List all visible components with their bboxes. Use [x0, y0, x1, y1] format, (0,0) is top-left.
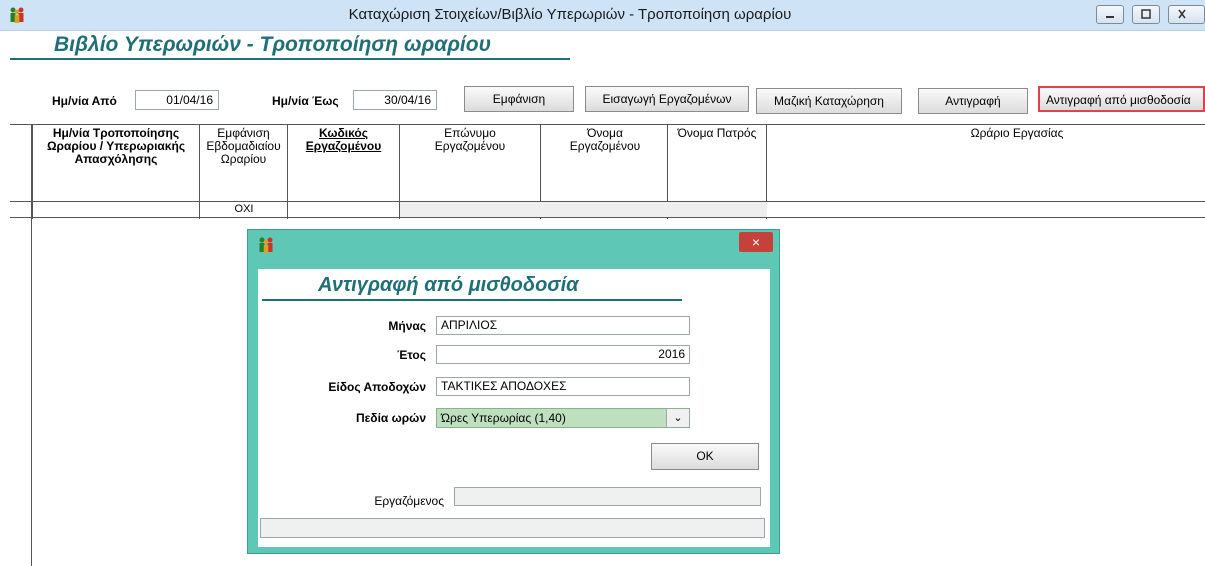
close-icon	[1178, 9, 1186, 19]
dialog-body: Αντιγραφή από μισθοδοσία Μήνας ΑΠΡΙΛΙΟΣ …	[258, 269, 770, 547]
dialog-heading: Αντιγραφή από μισθοδοσία	[262, 269, 682, 301]
title-bar: Καταχώριση Στοιχείων/Βιβλίο Υπερωριών - …	[0, 0, 1205, 31]
date-to-label: Ημ/νία Έως	[272, 94, 339, 108]
header-weekly-display[interactable]: Εμφάνιση Εβδομαδιαίου Ωραρίου	[200, 127, 287, 166]
dialog-title: Αντιγραφή από μισθοδοσία	[318, 274, 579, 296]
import-employees-button[interactable]: Εισαγωγή Εργαζομένων	[585, 86, 749, 112]
bulk-entry-button[interactable]: Μαζική Καταχώρηση	[756, 88, 902, 114]
earnings-type-input[interactable]: ΤΑΚΤΙΚΕΣ ΑΠΟΔΟΧΕΣ	[436, 377, 690, 396]
ok-button[interactable]: OK	[651, 443, 759, 470]
copy-button[interactable]: Αντιγραφή	[918, 88, 1028, 114]
progress-bar	[260, 518, 765, 538]
show-button[interactable]: Εμφάνιση	[464, 86, 574, 112]
year-label: Έτος	[397, 348, 426, 362]
month-input[interactable]: ΑΠΡΙΛΙΟΣ	[436, 316, 690, 335]
close-window-button[interactable]	[1168, 5, 1205, 24]
hours-fields-select[interactable]: Ώρες Υπερωρίας (1,40) ⌄	[436, 408, 690, 428]
page-heading: Βιβλίο Υπερωριών - Τροποποίηση ωραρίου	[10, 30, 570, 60]
header-work-schedule[interactable]: Ωράριο Εργασίας	[867, 127, 1167, 140]
chevron-down-icon[interactable]: ⌄	[666, 409, 689, 427]
header-employee-name[interactable]: Όνομα Εργαζομένου	[561, 127, 649, 153]
earnings-type-label: Είδος Αποδοχών	[328, 380, 426, 394]
filter-toolbar: Ημ/νία Από 01/04/16 Ημ/νία Έως 30/04/16 …	[10, 84, 1205, 120]
header-modification-date[interactable]: Ημ/νία Τροποποίησης Ωραρίου / Υπερωριακή…	[33, 127, 199, 166]
hours-fields-label: Πεδία ωρών	[355, 411, 426, 425]
employee-label: Εργαζόμενος	[374, 494, 444, 508]
readonly-cells	[400, 202, 767, 217]
maximize-icon	[1141, 9, 1151, 19]
year-input[interactable]: 2016	[436, 345, 690, 364]
hours-fields-value: Ώρες Υπερωρίας (1,40)	[441, 411, 566, 425]
copy-from-payroll-dialog: × Αντιγραφή από μισθοδοσία Μήνας ΑΠΡΙΛΙΟ…	[247, 229, 780, 554]
weekly-display-cell[interactable]: ΟΧΙ	[200, 202, 288, 217]
minimize-button[interactable]	[1096, 5, 1124, 24]
date-from-input[interactable]: 01/04/16	[135, 90, 219, 110]
people-icon	[259, 237, 273, 253]
maximize-button[interactable]	[1132, 5, 1160, 24]
header-employee-surname[interactable]: Επώνυμο Εργαζομένου	[426, 127, 514, 153]
dialog-close-button[interactable]: ×	[739, 232, 773, 252]
window-title: Καταχώριση Στοιχείων/Βιβλίο Υπερωριών - …	[348, 6, 792, 23]
header-father-name[interactable]: Όνομα Πατρός	[668, 127, 766, 140]
page-title: Βιβλίο Υπερωριών - Τροποποίηση ωραρίου	[54, 33, 492, 56]
hours-grid: Ημ/νία Τροποποίησης Ωραρίου / Υπερωριακή…	[10, 124, 1205, 219]
copy-from-payroll-button[interactable]: Αντιγραφή από μισθοδοσία	[1038, 86, 1205, 112]
employee-field	[454, 487, 761, 506]
minimize-icon	[1106, 16, 1114, 18]
date-from-label: Ημ/νία Από	[52, 94, 117, 108]
app-window: Καταχώριση Στοιχείων/Βιβλίο Υπερωριών - …	[0, 0, 1205, 566]
date-to-input[interactable]: 30/04/16	[353, 90, 437, 110]
header-employee-code[interactable]: Κωδικός Εργαζομένου	[288, 127, 399, 153]
month-label: Μήνας	[388, 319, 426, 333]
